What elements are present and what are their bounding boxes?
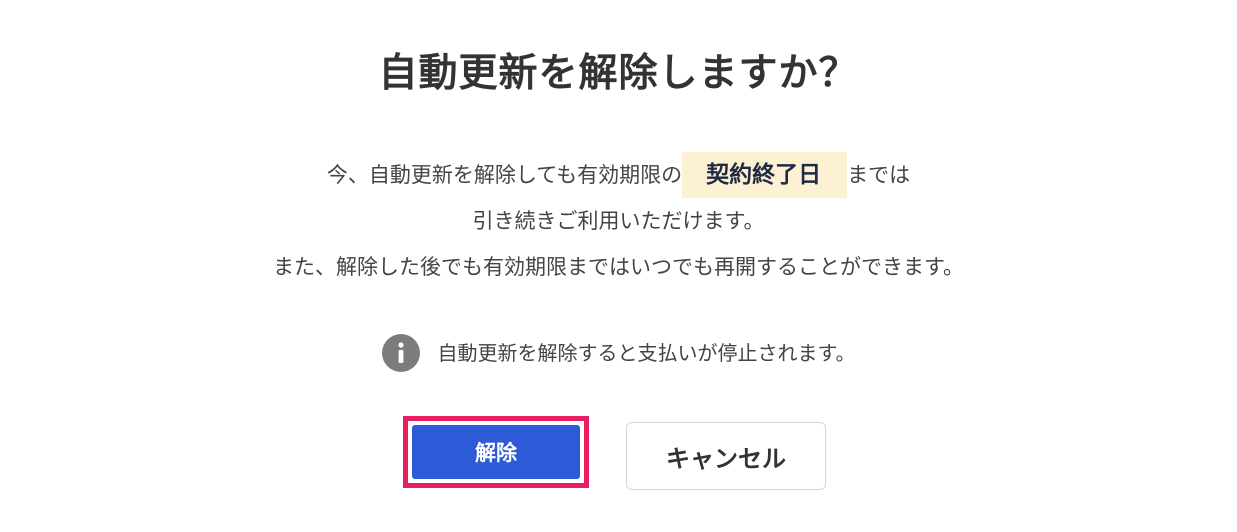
confirm-cancel-renewal-button[interactable]: 解除 xyxy=(412,425,580,479)
dialog-title: 自動更新を解除しますか？ xyxy=(378,51,859,96)
body-line-1-suffix: までは xyxy=(847,163,911,187)
body-line-1-prefix: 今、自動更新を解除しても有効期限の xyxy=(326,163,683,187)
info-icon xyxy=(381,334,420,372)
body-line-2: 引き続きご利用いただけます。 xyxy=(472,209,765,233)
cancel-button[interactable]: キャンセル xyxy=(626,422,826,490)
dialog-body: 今、自動更新を解除しても有効期限の 契約終了日 までは 引き続きご利用いただけます。… xyxy=(0,152,1237,290)
contract-end-date-highlight: 契約終了日 xyxy=(682,152,848,198)
body-line-3: また、解除した後でも有効期限まではいつでも再開することができます。 xyxy=(273,255,964,279)
cancel-auto-renewal-dialog: 自動更新を解除しますか？ 今、自動更新を解除しても有効期限の 契約終了日 までは 引… xyxy=(0,0,1237,532)
payment-stop-notice: 自動更新を解除すると支払いが停止されます。 xyxy=(0,333,1237,373)
body-line-1: 今、自動更新を解除しても有効期限の 契約終了日 までは xyxy=(0,152,1237,198)
notice-text: 自動更新を解除すると支払いが停止されます。 xyxy=(437,341,856,365)
